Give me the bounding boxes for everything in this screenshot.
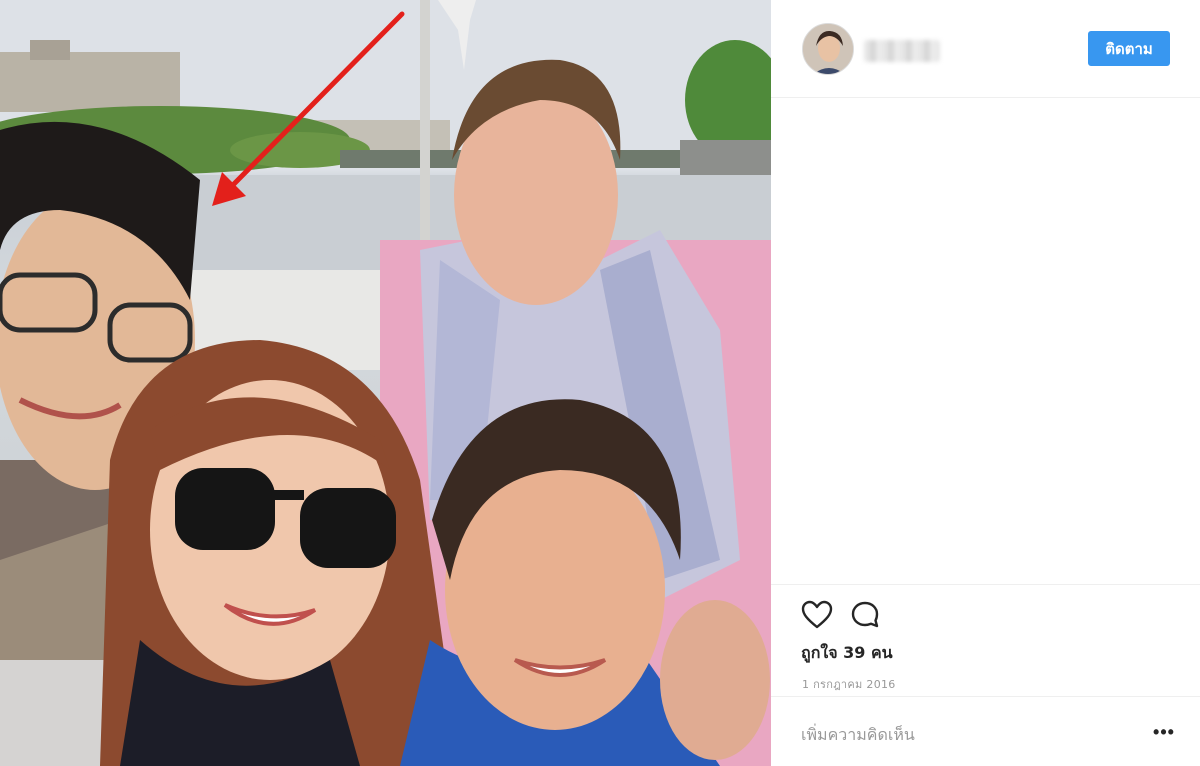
avatar[interactable] — [802, 23, 854, 75]
like-button[interactable] — [800, 599, 834, 631]
follow-button[interactable]: ติดตาม — [1088, 31, 1170, 66]
post-photo-illustration — [0, 0, 771, 766]
username-censored — [864, 40, 940, 62]
post-photo[interactable] — [0, 0, 771, 766]
post-actions: ถูกใจ 39 คน 1 กรกฎาคม 2016 ••• — [771, 584, 1200, 766]
heart-icon — [801, 600, 833, 629]
post-header: ติดตาม — [771, 0, 1200, 98]
comment-button[interactable] — [848, 599, 882, 631]
action-icons — [800, 599, 882, 631]
comment-input[interactable] — [801, 721, 1121, 747]
avatar-image — [803, 24, 853, 74]
likes-count[interactable]: ถูกใจ 39 คน — [801, 641, 893, 666]
post-sidebar: ติดตาม ถูกใจ 39 คน 1 กรกฎาคม 2016 ••• — [771, 0, 1200, 766]
more-options-button[interactable]: ••• — [1149, 719, 1179, 745]
comment-row: ••• — [771, 696, 1200, 766]
comment-icon — [851, 601, 879, 628]
post-date[interactable]: 1 กรกฎาคม 2016 — [802, 675, 896, 693]
